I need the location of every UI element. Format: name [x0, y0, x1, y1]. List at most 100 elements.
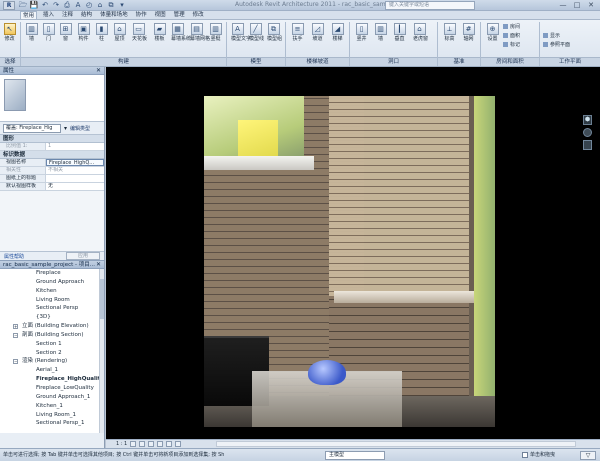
- tab-structure[interactable]: 结构: [79, 11, 94, 19]
- panel-workplane[interactable]: 工作平面: [540, 57, 600, 66]
- close-icon[interactable]: ✕: [96, 261, 101, 269]
- panel-opening[interactable]: 洞口: [350, 57, 437, 66]
- panel-build[interactable]: 构建: [21, 57, 226, 66]
- tree-item[interactable]: Sectional Persp_1: [0, 419, 104, 428]
- dormer-button[interactable]: ⌂ 老虎窗: [413, 23, 428, 43]
- collapse-icon[interactable]: −: [13, 359, 18, 365]
- property-value[interactable]: 1: [46, 143, 104, 150]
- switch-windows-icon[interactable]: ⧉: [106, 1, 116, 10]
- detail-level-icon[interactable]: [130, 441, 137, 447]
- tree-item[interactable]: Fireplace: [0, 269, 104, 278]
- tree-item[interactable]: + 立面 (Building Elevation): [0, 322, 104, 331]
- tree-item[interactable]: Kitchen: [0, 287, 104, 296]
- tab-manage[interactable]: 管理: [172, 11, 187, 19]
- measure-icon[interactable]: ◴: [84, 1, 94, 10]
- workset-selector[interactable]: 主模型: [325, 451, 385, 460]
- panel-model[interactable]: 模型: [227, 57, 285, 66]
- properties-help-link[interactable]: 属性帮助: [4, 253, 24, 260]
- press-drag-checkbox[interactable]: [522, 452, 528, 458]
- tree-item[interactable]: Living Room_1: [0, 411, 104, 420]
- ramp-button[interactable]: ◿ 坡道: [311, 23, 324, 43]
- set-workplane-button[interactable]: ⊕ 设置: [486, 23, 499, 43]
- redo-icon[interactable]: ↷: [51, 1, 61, 10]
- horizontal-scrollbar[interactable]: [216, 441, 576, 447]
- grid-button[interactable]: # 轴网: [462, 23, 475, 43]
- property-value[interactable]: [46, 175, 104, 182]
- model-line-button[interactable]: ╱ 模型线: [249, 23, 264, 43]
- chevron-down-icon[interactable]: ▾: [64, 125, 67, 132]
- undo-icon[interactable]: ↶: [40, 1, 50, 10]
- apply-button[interactable]: 应用: [66, 252, 100, 260]
- open-icon[interactable]: 🗁: [18, 1, 28, 10]
- tab-modify[interactable]: 修改: [191, 11, 206, 19]
- expand-icon[interactable]: +: [13, 324, 18, 330]
- panel-room-area[interactable]: 房间和面积: [481, 57, 539, 66]
- tab-massing-site[interactable]: 体量和场地: [98, 11, 130, 19]
- wall-opening-button[interactable]: ▥ 墙: [374, 23, 387, 43]
- app-logo-icon[interactable]: R: [3, 1, 15, 10]
- window-button[interactable]: ⊞ 窗: [59, 23, 72, 43]
- curtain-grid-button[interactable]: ▤ 幕墙网格: [190, 23, 210, 43]
- tree-item[interactable]: Fireplace_LowQuality: [0, 384, 104, 393]
- temporary-hide-icon[interactable]: [175, 441, 182, 447]
- tree-item[interactable]: Kitchen_1: [0, 402, 104, 411]
- type-selector[interactable]: 覆盖: Fireplace_Hig: [3, 123, 61, 133]
- model-group-button[interactable]: ⧉ 模型组: [267, 23, 282, 43]
- curtain-system-button[interactable]: ▦ 幕墙系统: [171, 23, 191, 43]
- tree-item[interactable]: − 剖面 (Building Section): [0, 331, 104, 340]
- modify-button[interactable]: ↖ 修改: [3, 23, 16, 43]
- floor-button[interactable]: ▰ 楼板: [153, 23, 166, 43]
- minimize-icon[interactable]: —: [556, 0, 570, 10]
- maximize-icon[interactable]: □: [570, 0, 584, 10]
- text-icon[interactable]: A: [73, 1, 83, 10]
- property-value[interactable]: 不相关: [46, 167, 104, 174]
- section-identity-data[interactable]: 标识数据: [0, 151, 104, 159]
- ref-plane-button[interactable]: 参照平面: [543, 42, 570, 48]
- steering-wheel-icon[interactable]: [583, 128, 592, 137]
- tab-insert[interactable]: 插入: [41, 11, 56, 19]
- tag-button[interactable]: 标记: [503, 42, 520, 48]
- filter-icon[interactable]: ▽: [580, 451, 596, 460]
- panel-circulation[interactable]: 楼梯坡道: [286, 57, 349, 66]
- tab-collaborate[interactable]: 协作: [134, 11, 149, 19]
- default-3d-view-icon[interactable]: ⌂: [95, 1, 105, 10]
- view-cube-icon[interactable]: ⬢: [583, 115, 592, 125]
- close-icon[interactable]: ✕: [96, 67, 101, 75]
- shadows-icon[interactable]: [157, 441, 164, 447]
- door-button[interactable]: ▯ 门: [42, 23, 55, 43]
- sun-path-icon[interactable]: [148, 441, 155, 447]
- tree-item[interactable]: Section 1: [0, 340, 104, 349]
- crop-icon[interactable]: [166, 441, 173, 447]
- 3d-view-canvas[interactable]: ⬢: [106, 67, 600, 439]
- panel-datum[interactable]: 基准: [438, 57, 480, 66]
- area-button[interactable]: 面积: [503, 33, 520, 39]
- close-icon[interactable]: ✕: [584, 0, 598, 10]
- print-icon[interactable]: ⎙: [62, 1, 72, 10]
- component-button[interactable]: ▣ 构件: [77, 23, 90, 43]
- view-scale[interactable]: 1 : 1: [116, 441, 127, 447]
- view-name-field[interactable]: Fireplace_HighQ...: [46, 159, 104, 166]
- visual-style-icon[interactable]: [139, 441, 146, 447]
- zoom-icon[interactable]: [583, 140, 592, 150]
- stair-button[interactable]: ◢ 楼梯: [331, 23, 344, 43]
- railing-button[interactable]: ≡ 扶手: [291, 23, 304, 43]
- wall-button[interactable]: ▥ 墙: [25, 23, 38, 43]
- qat-dropdown-icon[interactable]: ▾: [117, 1, 127, 10]
- show-button[interactable]: 显示: [543, 33, 560, 39]
- vertical-scrollbar[interactable]: [99, 269, 104, 433]
- panel-select[interactable]: 选择: [0, 57, 20, 66]
- tree-item[interactable]: Aerial_1: [0, 366, 104, 375]
- tree-item[interactable]: − 渲染 (Rendering): [0, 357, 104, 366]
- edit-type-button[interactable]: 编辑类型: [70, 125, 90, 132]
- vertical-opening-button[interactable]: ┃ 垂直: [393, 23, 406, 43]
- tree-item[interactable]: Living Room: [0, 296, 104, 305]
- collapse-icon[interactable]: −: [13, 332, 18, 338]
- tree-item[interactable]: Ground Approach_1: [0, 393, 104, 402]
- tree-item[interactable]: Ground Approach: [0, 278, 104, 287]
- tab-annotate[interactable]: 注释: [60, 11, 75, 19]
- search-input[interactable]: 键入关键字或短语: [385, 1, 475, 10]
- shaft-button[interactable]: ▯ 竖井: [355, 23, 368, 43]
- roof-button[interactable]: ⌂ 屋顶: [113, 23, 126, 43]
- model-text-button[interactable]: A 模型文字: [231, 23, 251, 43]
- scrollbar-thumb[interactable]: [100, 279, 104, 319]
